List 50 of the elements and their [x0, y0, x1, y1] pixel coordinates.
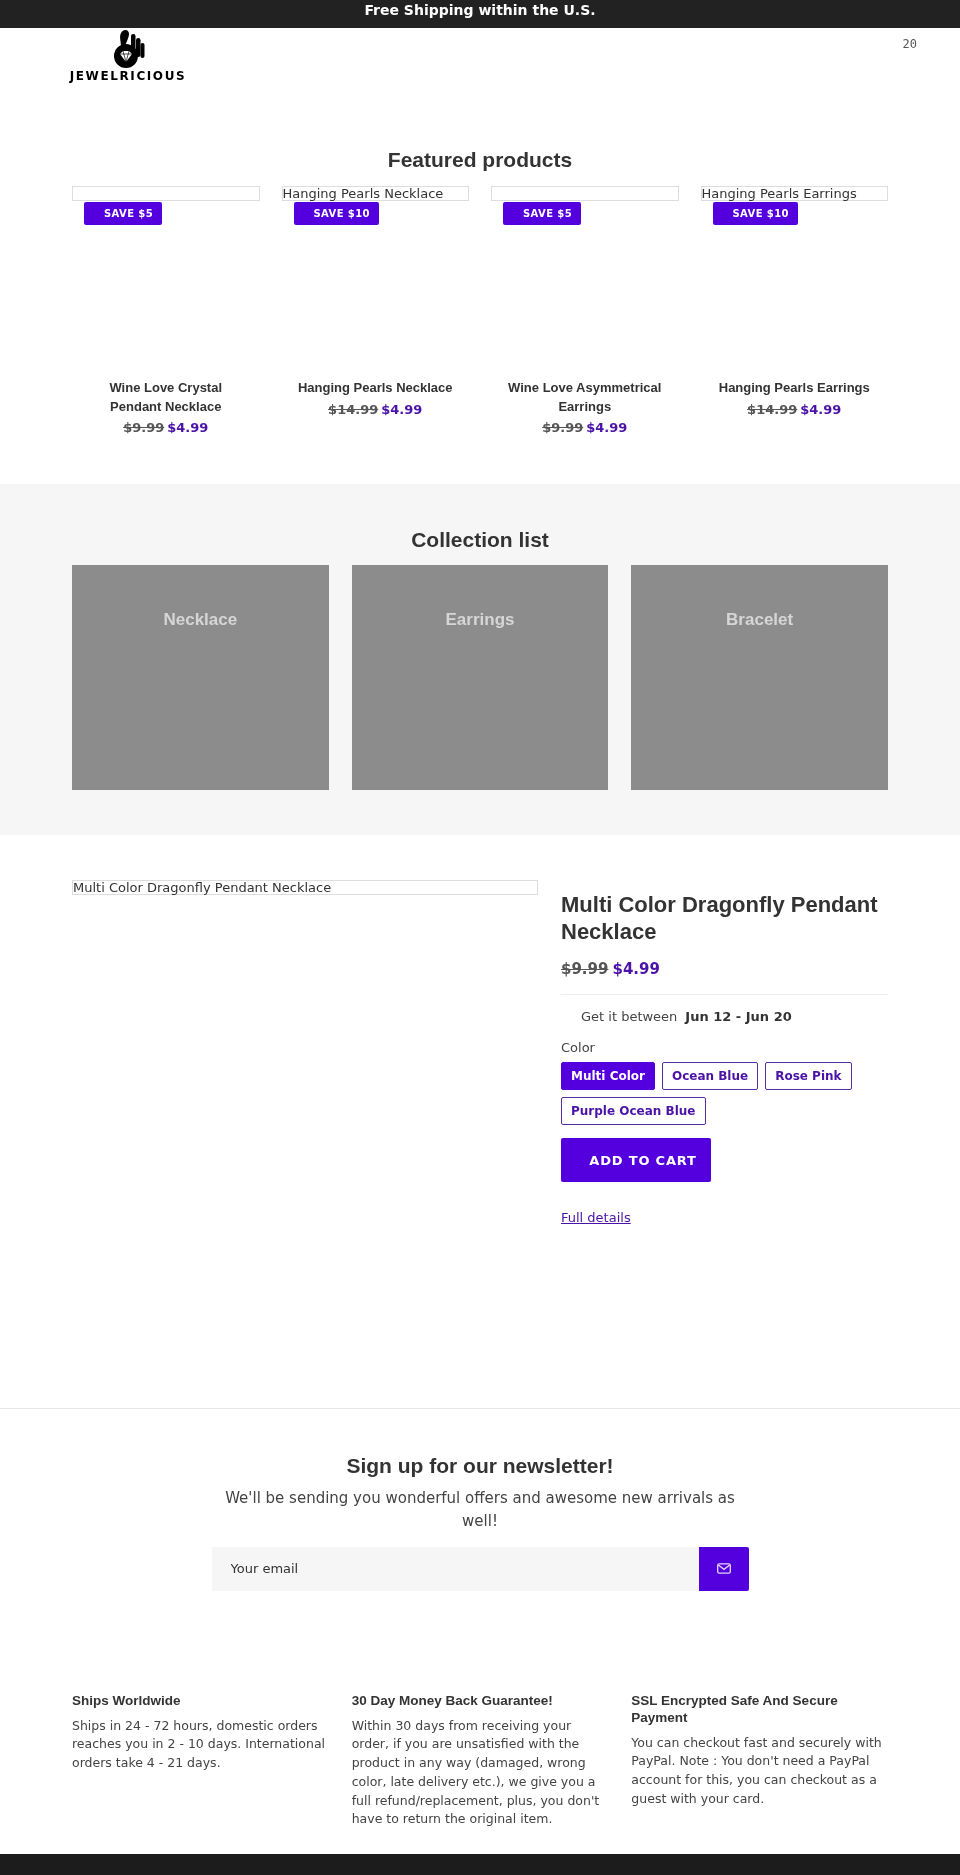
- compare-price: $9.99: [123, 420, 165, 435]
- save-badge: SAVE $10: [293, 202, 379, 225]
- feature-text: Ships in 24 - 72 hours, domestic orders reaches you in 2 - 10 days. International orders take 4 - 21 days.: [72, 1716, 326, 1772]
- mail-icon: [716, 1563, 731, 1574]
- sale-price: $4.99: [612, 960, 660, 978]
- email-field[interactable]: Your email: [211, 1546, 699, 1591]
- section-title: Collection list: [410, 527, 550, 553]
- cart-count[interactable]: 20: [902, 37, 917, 51]
- section-title: Featured products: [386, 147, 574, 173]
- add-to-cart-button[interactable]: ADD TO CART: [561, 1138, 711, 1182]
- save-badge: SAVE $5: [503, 202, 582, 225]
- collection-title: Earrings: [445, 610, 515, 629]
- compare-price: $14.99: [328, 401, 379, 417]
- delivery-label: Get it between: [581, 1008, 678, 1026]
- sale-price: $4.99: [167, 420, 209, 435]
- subscribe-button[interactable]: [698, 1546, 749, 1591]
- newsletter-subtitle: We'll be sending you wonderful offers and awesome new arrivals as well!: [224, 1487, 736, 1532]
- save-badge: SAVE $10: [712, 202, 798, 225]
- sale-price: $4.99: [381, 401, 423, 417]
- product-title[interactable]: Hanging Pearls Necklace: [281, 379, 469, 398]
- feature-title: SSL Encrypted Safe And Secure Payment: [631, 1691, 839, 1726]
- feature-title: 30 Day Money Back Guarantee!: [351, 1691, 554, 1709]
- product-title[interactable]: Wine Love Asymmetrical Earrings: [491, 379, 679, 416]
- feature-title: Ships Worldwide: [72, 1691, 182, 1709]
- collection-title: Necklace: [163, 610, 238, 629]
- save-badge: SAVE $5: [84, 202, 163, 225]
- newsletter-title: Sign up for our newsletter!: [345, 1453, 615, 1479]
- delivery-dates: Jun 12 - Jun 20: [685, 1008, 792, 1026]
- announcement-text: Free Shipping within the U.S.: [364, 1, 596, 20]
- product-title[interactable]: Wine Love Crystal Pendant Necklace: [72, 379, 260, 416]
- sale-price: $4.99: [800, 401, 842, 417]
- color-option[interactable]: Purple Ocean Blue: [561, 1097, 706, 1125]
- compare-price: $14.99: [747, 401, 798, 417]
- logo-text[interactable]: JEWELRICIOUS: [69, 70, 187, 83]
- broken-image[interactable]: Hanging Pearls Necklace: [281, 186, 469, 201]
- color-option[interactable]: Multi Color: [561, 1062, 655, 1090]
- color-option[interactable]: Rose Pink: [765, 1062, 852, 1090]
- broken-image[interactable]: Hanging Pearls Earrings: [700, 186, 888, 201]
- color-option[interactable]: Ocean Blue: [661, 1062, 759, 1090]
- sale-price: $4.99: [586, 420, 628, 435]
- feature-text: You can checkout fast and securely with PayPal. Note : You don't need a PayPal account for this, you can checkout as a guest with your card.: [631, 1733, 883, 1808]
- compare-price: $9.99: [561, 960, 609, 978]
- option-label: Color: [561, 1039, 596, 1057]
- product-title: Multi Color Dragonfly Pendant Necklace: [561, 891, 879, 945]
- feature-text: Within 30 days from receiving your order, if you are unsatisfied with the product in any way (damaged, wrong color, late delivery etc.), we give you a full refund/replacement, plus, you don't have to return the original item.: [351, 1716, 601, 1829]
- collection-title: Bracelet: [726, 610, 794, 629]
- full-details-link[interactable]: Full details: [561, 1210, 631, 1225]
- broken-image: Multi Color Dragonfly Pendant Necklace: [72, 880, 538, 895]
- compare-price: $9.99: [542, 420, 584, 435]
- product-title[interactable]: Hanging Pearls Earrings: [700, 379, 888, 398]
